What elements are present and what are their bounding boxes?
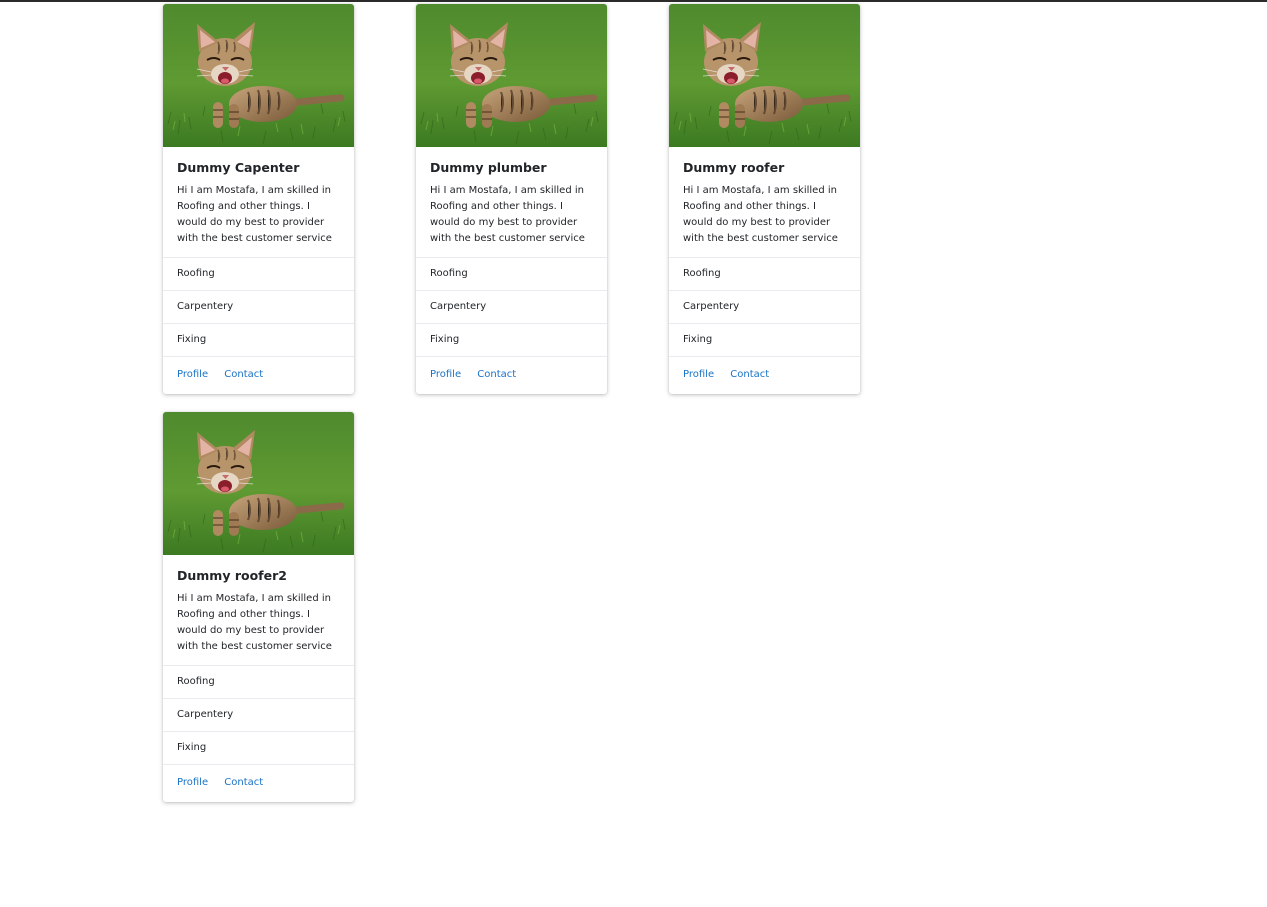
skills-list: Roofing Carpentery Fixing xyxy=(416,257,607,357)
contact-link[interactable]: Contact xyxy=(730,369,769,380)
skill-item: Roofing xyxy=(669,258,860,291)
contact-link[interactable]: Contact xyxy=(477,369,516,380)
skills-list: Roofing Carpentery Fixing xyxy=(163,257,354,357)
card-links: Profile Contact xyxy=(669,357,860,394)
skill-item: Carpentery xyxy=(416,291,607,324)
card-description: Hi I am Mostafa, I am skilled in Roofing… xyxy=(430,185,585,244)
top-border xyxy=(0,0,1267,2)
card-title: Dummy plumber xyxy=(430,160,547,175)
skill-item: Fixing xyxy=(163,324,354,357)
card-description: Hi I am Mostafa, I am skilled in Roofing… xyxy=(177,185,332,244)
kitten-photo xyxy=(163,412,354,555)
card-title: Dummy Capenter xyxy=(177,160,300,175)
card-body: Dummy roofer Hi I am Mostafa, I am skill… xyxy=(669,147,860,257)
profile-link[interactable]: Profile xyxy=(177,777,208,788)
skill-item: Fixing xyxy=(669,324,860,357)
skill-item: Roofing xyxy=(163,666,354,699)
provider-card: Dummy roofer2 Hi I am Mostafa, I am skil… xyxy=(163,412,354,802)
profile-link[interactable]: Profile xyxy=(683,369,714,380)
skill-item: Carpentery xyxy=(669,291,860,324)
card-title: Dummy roofer xyxy=(683,160,785,175)
skills-list: Roofing Carpentery Fixing xyxy=(163,665,354,765)
card-grid: Dummy Capenter Hi I am Mostafa, I am ski… xyxy=(163,4,860,802)
card-links: Profile Contact xyxy=(163,357,354,394)
provider-card: Dummy roofer Hi I am Mostafa, I am skill… xyxy=(669,4,860,394)
provider-card: Dummy plumber Hi I am Mostafa, I am skil… xyxy=(416,4,607,394)
kitten-photo xyxy=(163,4,354,147)
skill-item: Carpentery xyxy=(163,291,354,324)
provider-card: Dummy Capenter Hi I am Mostafa, I am ski… xyxy=(163,4,354,394)
skill-item: Fixing xyxy=(416,324,607,357)
skill-item: Carpentery xyxy=(163,699,354,732)
card-body: Dummy Capenter Hi I am Mostafa, I am ski… xyxy=(163,147,354,257)
card-description: Hi I am Mostafa, I am skilled in Roofing… xyxy=(177,593,332,652)
kitten-photo xyxy=(416,4,607,147)
card-title: Dummy roofer2 xyxy=(177,568,287,583)
skill-item: Roofing xyxy=(416,258,607,291)
card-body: Dummy plumber Hi I am Mostafa, I am skil… xyxy=(416,147,607,257)
skills-list: Roofing Carpentery Fixing xyxy=(669,257,860,357)
kitten-photo xyxy=(669,4,860,147)
card-description: Hi I am Mostafa, I am skilled in Roofing… xyxy=(683,185,838,244)
card-links: Profile Contact xyxy=(163,765,354,802)
profile-link[interactable]: Profile xyxy=(177,369,208,380)
skill-item: Fixing xyxy=(163,732,354,765)
profile-link[interactable]: Profile xyxy=(430,369,461,380)
card-body: Dummy roofer2 Hi I am Mostafa, I am skil… xyxy=(163,555,354,665)
skill-item: Roofing xyxy=(163,258,354,291)
card-links: Profile Contact xyxy=(416,357,607,394)
contact-link[interactable]: Contact xyxy=(224,369,263,380)
contact-link[interactable]: Contact xyxy=(224,777,263,788)
